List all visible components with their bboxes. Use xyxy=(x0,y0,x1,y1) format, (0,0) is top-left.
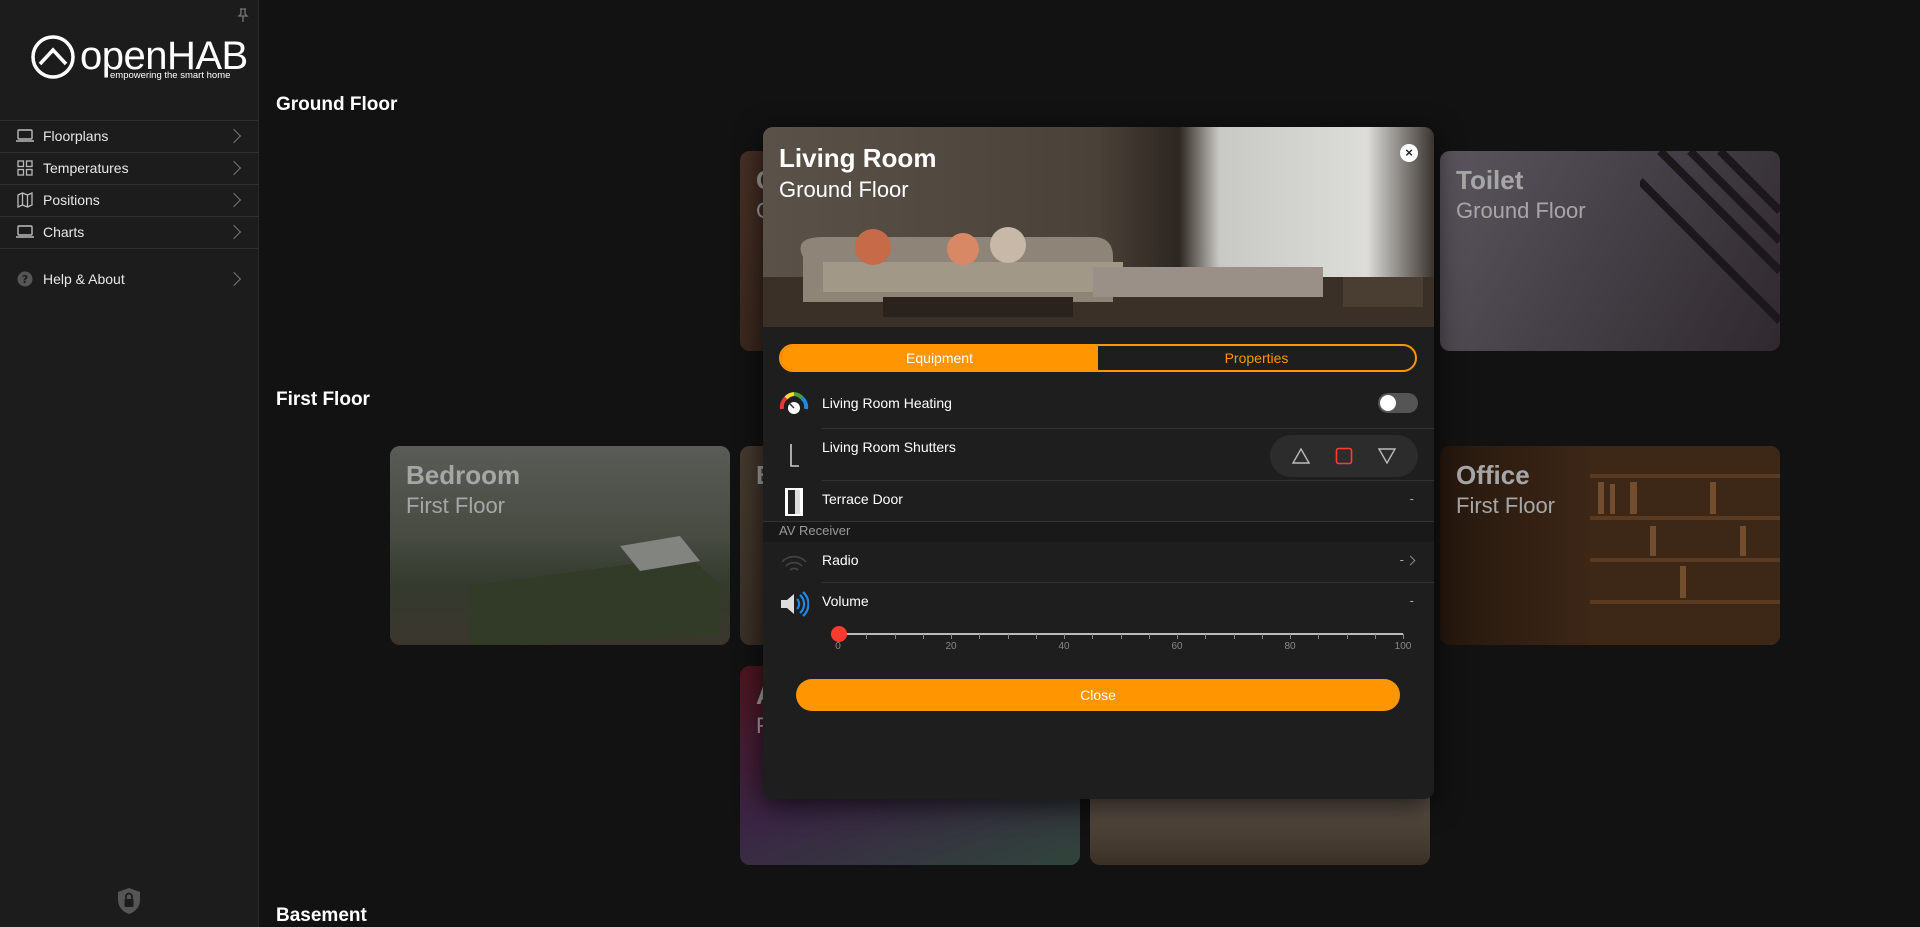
chevron-right-icon xyxy=(1405,555,1416,566)
slider-tick xyxy=(1403,634,1404,639)
laptop-icon xyxy=(15,224,35,240)
close-button[interactable]: Close xyxy=(796,679,1400,711)
room-card-office[interactable]: Office First Floor xyxy=(1440,446,1780,645)
slider-tick xyxy=(1177,634,1178,639)
divider xyxy=(822,480,1434,481)
slider-tick xyxy=(1261,634,1263,639)
item-label: Living Room Shutters xyxy=(822,439,956,455)
slider-tick xyxy=(894,634,896,639)
item-value: - xyxy=(1399,552,1404,567)
map-icon xyxy=(15,192,35,208)
slider-tick-label: 100 xyxy=(1394,641,1412,652)
slider-tick xyxy=(1035,634,1037,639)
sidebar-item-label: Positions xyxy=(43,192,100,208)
slider-tick-label: 20 xyxy=(945,641,957,652)
overlay xyxy=(390,446,730,645)
stop-icon[interactable] xyxy=(1331,443,1357,469)
item-label: Living Room Heating xyxy=(822,395,952,411)
slider-tick xyxy=(1092,634,1094,639)
speaker-icon xyxy=(779,589,810,619)
item-value: - xyxy=(1409,593,1414,608)
chevron-right-icon xyxy=(226,192,242,208)
slider-thumb[interactable] xyxy=(831,626,847,642)
chevron-right-icon xyxy=(226,128,242,144)
arrow-up-icon[interactable] xyxy=(1288,443,1314,469)
item-label: Volume xyxy=(822,593,869,609)
popup-hero: Living Room Ground Floor × xyxy=(763,127,1434,327)
volume-slider[interactable]: 0 20 40 60 80 100 xyxy=(831,626,1411,667)
shutter-controls xyxy=(1270,435,1418,477)
slider-tick xyxy=(1007,634,1009,639)
room-popup: Living Room Ground Floor × Equipment Pro… xyxy=(763,127,1434,799)
sidebar-item-temperatures[interactable]: Temperatures xyxy=(0,152,259,184)
slider-tick xyxy=(866,634,868,639)
close-icon[interactable]: × xyxy=(1400,144,1418,162)
overlay xyxy=(1440,446,1780,645)
slider-tick xyxy=(1346,634,1348,639)
slider-tick-label: 80 xyxy=(1284,641,1296,652)
sidebar-item-floorplans[interactable]: Floorplans xyxy=(0,120,259,152)
sidebar-item-label: Floorplans xyxy=(43,128,109,144)
sidebar-item-label: Charts xyxy=(43,224,85,240)
popup-subtitle: Ground Floor xyxy=(779,177,909,202)
slider-tick xyxy=(1120,634,1122,639)
room-card-toilet[interactable]: Toilet Ground Floor xyxy=(1440,151,1780,351)
group-header: AV Receiver xyxy=(763,522,1434,542)
divider xyxy=(822,582,1434,583)
item-label: Terrace Door xyxy=(822,491,903,507)
door-icon xyxy=(779,487,809,517)
slider-tick xyxy=(1064,634,1065,639)
slider-tick xyxy=(922,634,924,639)
sidebar: openHAB empowering the smart home Floorp… xyxy=(0,0,259,927)
section-title-basement: Basement xyxy=(276,905,367,926)
popup-title: Living Room xyxy=(779,143,937,173)
slider-tick-label: 40 xyxy=(1058,641,1070,652)
openhab-logo: openHAB empowering the smart home xyxy=(30,32,248,82)
pin-icon[interactable] xyxy=(236,8,250,24)
item-label: Radio xyxy=(822,552,859,568)
chevron-right-icon xyxy=(226,271,242,287)
overlay xyxy=(1440,151,1780,351)
heating-gauge-icon xyxy=(779,389,809,419)
slider-tick xyxy=(1290,634,1291,639)
wifi-icon xyxy=(779,546,809,576)
sidebar-item-label: Temperatures xyxy=(43,160,129,176)
help-icon: ? xyxy=(15,271,35,287)
slider-tick xyxy=(1205,634,1207,639)
sidebar-item-label: Help & About xyxy=(43,271,125,287)
slider-tick xyxy=(951,634,952,639)
room-card-bedroom[interactable]: Bedroom First Floor xyxy=(390,446,730,645)
grid-icon xyxy=(15,160,35,176)
openhab-logo-icon xyxy=(31,35,75,79)
slider-tick xyxy=(1318,634,1320,639)
divider xyxy=(0,248,259,249)
divider xyxy=(822,428,1434,429)
slider-tick xyxy=(1233,634,1235,639)
sidebar-item-positions[interactable]: Positions xyxy=(0,184,259,216)
item-value: - xyxy=(1409,491,1414,506)
slider-tick-label: 0 xyxy=(835,641,841,652)
section-title-ground-floor: Ground Floor xyxy=(276,94,398,115)
section-title-first-floor: First Floor xyxy=(276,389,370,410)
slider-tick-label: 60 xyxy=(1171,641,1183,652)
chevron-right-icon xyxy=(226,160,242,176)
tab-equipment[interactable]: Equipment xyxy=(781,346,1098,370)
tab-properties[interactable]: Properties xyxy=(1098,346,1415,370)
logo-tagline: empowering the smart home xyxy=(110,70,231,81)
popup-tabs: Equipment Properties xyxy=(779,344,1417,372)
sidebar-item-charts[interactable]: Charts xyxy=(0,216,259,248)
toggle-knob xyxy=(1380,395,1396,411)
svg-text:?: ? xyxy=(22,273,28,286)
lock-icon[interactable] xyxy=(116,887,142,915)
shutter-icon xyxy=(779,441,809,471)
slider-tick xyxy=(1374,634,1376,639)
chevron-right-icon xyxy=(226,224,242,240)
arrow-down-icon[interactable] xyxy=(1374,443,1400,469)
laptop-icon xyxy=(15,128,35,144)
slider-tick xyxy=(979,634,981,639)
sidebar-item-help[interactable]: ? Help & About xyxy=(0,263,259,295)
slider-tick xyxy=(1148,634,1150,639)
heating-toggle[interactable] xyxy=(1378,393,1418,413)
